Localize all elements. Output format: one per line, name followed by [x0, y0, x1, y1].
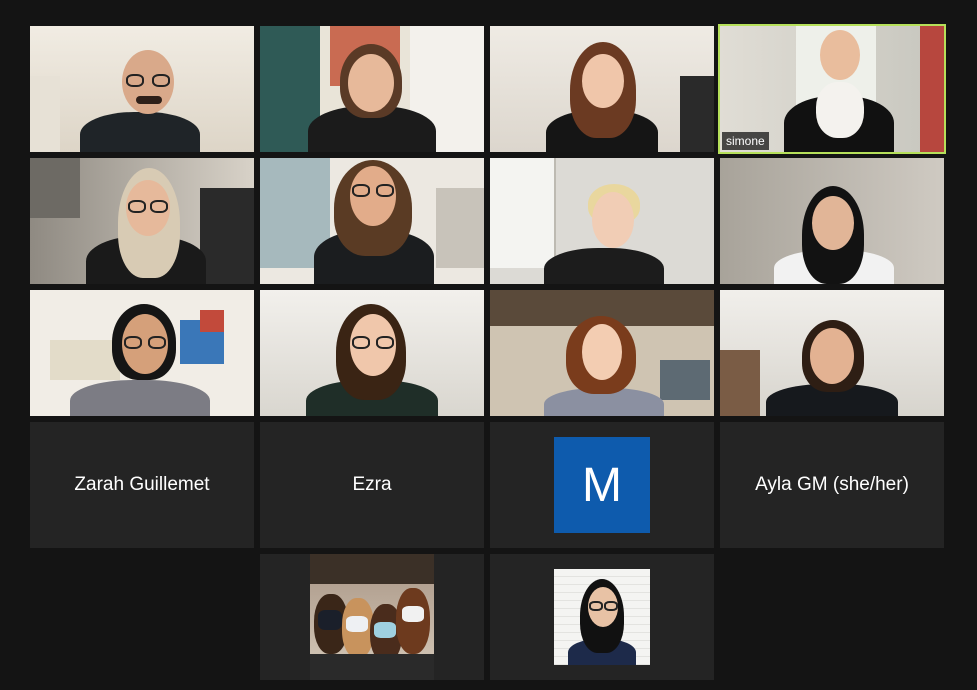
video-tile-participant-simone[interactable]: simone: [718, 24, 946, 154]
video-tile-participant-11[interactable]: [490, 290, 714, 416]
video-tile-participant-3[interactable]: [490, 26, 714, 152]
video-tile-participant-12[interactable]: [720, 290, 944, 416]
video-tile-participant-8[interactable]: [720, 158, 944, 284]
participant-tile-zarah[interactable]: Zarah Guillemet: [30, 422, 254, 548]
participant-tile-portrait-photo[interactable]: [490, 554, 714, 680]
avatar: [310, 554, 434, 680]
gallery-view: simone Zarah Guillemet Ezra M Ayla GM (s…: [0, 0, 977, 690]
video-tile-participant-10[interactable]: [260, 290, 484, 416]
avatar: M: [554, 437, 650, 533]
participant-name: Ayla GM (she/her): [755, 474, 909, 495]
video-tile-participant-1[interactable]: [30, 26, 254, 152]
participant-name-label: simone: [722, 132, 769, 150]
video-tile-participant-7[interactable]: [490, 158, 714, 284]
participant-name: Zarah Guillemet: [74, 474, 210, 495]
participant-tile-ayla[interactable]: Ayla GM (she/her): [720, 422, 944, 548]
participant-tile-initial-m[interactable]: M: [490, 422, 714, 548]
video-tile-participant-2[interactable]: [260, 26, 484, 152]
video-tile-participant-9[interactable]: [30, 290, 254, 416]
participant-tile-group-photo[interactable]: [260, 554, 484, 680]
participant-tile-ezra[interactable]: Ezra: [260, 422, 484, 548]
video-tile-participant-6[interactable]: [260, 158, 484, 284]
avatar: [554, 569, 650, 665]
video-tile-participant-5[interactable]: [30, 158, 254, 284]
participant-name: Ezra: [352, 474, 392, 495]
